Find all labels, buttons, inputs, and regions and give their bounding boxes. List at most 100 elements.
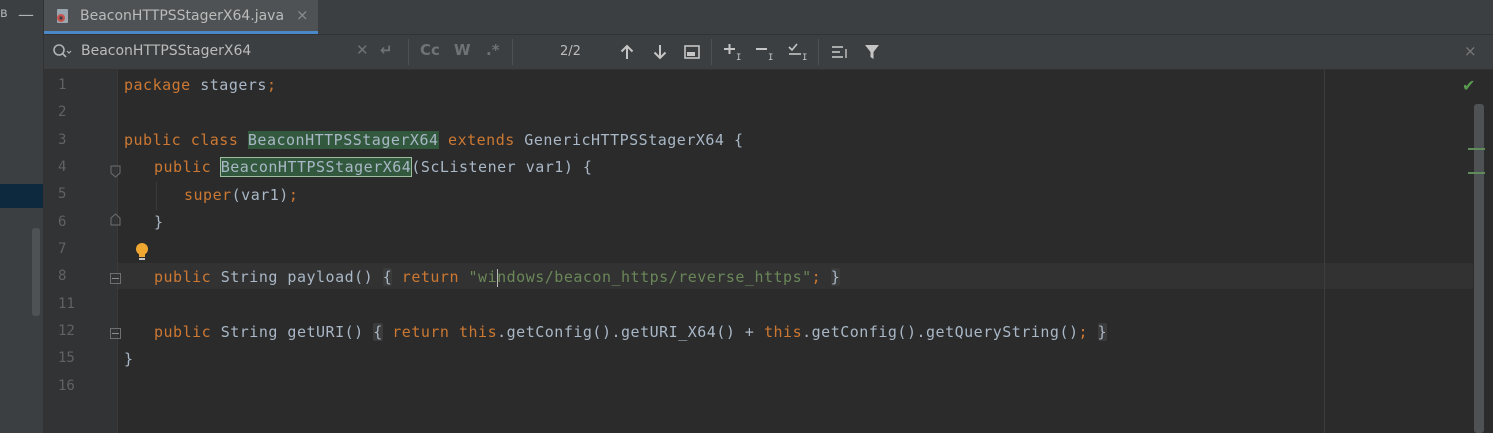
folded-brace: } (830, 268, 841, 286)
selected-tree-row[interactable] (0, 184, 44, 208)
close-find-bar-icon[interactable]: × (1464, 42, 1477, 60)
line-number: 15 (58, 350, 75, 366)
keyword: this (459, 323, 498, 341)
line-number: 16 (58, 378, 75, 394)
keyword: public (154, 268, 221, 286)
identifier: String getURI() (220, 323, 374, 341)
previous-occurrence-icon[interactable] (620, 44, 634, 60)
search-input[interactable]: BeaconHTTPSStagerX64 (81, 43, 251, 59)
find-separator (408, 39, 409, 65)
editor-tab-beacon[interactable]: BeaconHTTPSStagerX64.java × (44, 0, 318, 34)
tab-filename: BeaconHTTPSStagerX64.java (80, 8, 285, 24)
identifier: GenericHTTPSStagerX64 { (514, 131, 744, 149)
punctuation: ; (1078, 323, 1089, 341)
identifier: String payload() (220, 268, 383, 286)
code-line-6[interactable]: } (154, 213, 164, 233)
search-match-marker[interactable] (1468, 172, 1485, 174)
add-occurrence-icon[interactable]: I (723, 43, 747, 61)
filter-icon[interactable] (864, 44, 880, 60)
code-line-15[interactable]: } (124, 350, 134, 370)
keyword: public (154, 158, 221, 176)
fold-end-icon[interactable] (110, 213, 121, 226)
identifier: .getConfig().getQueryString() (802, 323, 1079, 341)
fold-start-icon[interactable] (110, 165, 121, 178)
panel-scrollbar[interactable] (32, 228, 40, 316)
folded-region-icon[interactable] (110, 273, 121, 284)
new-line-icon[interactable]: ↵ (380, 41, 393, 59)
line-number: 5 (58, 186, 67, 202)
regex-toggle[interactable]: .* (486, 41, 500, 59)
multiline-icon[interactable] (684, 45, 700, 59)
identifier: (var1) (231, 186, 289, 204)
words-toggle[interactable]: W (454, 41, 471, 59)
lightbulb-icon[interactable] (134, 242, 150, 262)
java-class-file-icon (57, 9, 68, 23)
identifier: .getConfig().getURI_X64() + (497, 323, 764, 341)
svg-text:I: I (802, 53, 807, 62)
remove-occurrence-icon[interactable]: I (755, 43, 779, 61)
folded-brace: { (382, 268, 393, 286)
find-separator (512, 39, 513, 65)
folded-region-icon[interactable] (110, 328, 121, 339)
code-line-5[interactable]: super(var1); (184, 186, 298, 206)
next-occurrence-icon[interactable] (653, 44, 667, 60)
folded-brace: } (1097, 323, 1108, 341)
keyword: super (184, 186, 232, 204)
brace: } (124, 350, 134, 368)
line-number: 11 (58, 296, 75, 312)
vertical-scrollbar-thumb[interactable] (1474, 104, 1484, 433)
project-panel-strip: в — (0, 0, 44, 433)
search-match-highlight: BeaconHTTPSStagerX64 (247, 131, 439, 149)
editor-tab-bar: BeaconHTTPSStagerX64.java × (44, 0, 1493, 35)
punctuation: ; (266, 76, 277, 94)
code-line-8[interactable]: public String payload() { return "window… (154, 268, 841, 288)
collapse-panel-icon[interactable]: — (18, 5, 34, 24)
line-number: 1 (58, 77, 67, 93)
line-number: 12 (58, 323, 75, 339)
punctuation: ; (288, 186, 299, 204)
code-line-4[interactable]: public BeaconHTTPSStagerX64(ScListener v… (154, 157, 593, 178)
find-separator (711, 39, 712, 65)
select-all-occurrences-icon[interactable]: I (787, 42, 811, 62)
svg-text:I: I (736, 53, 741, 61)
line-number: 6 (58, 214, 67, 230)
line-number: 4 (58, 159, 67, 175)
search-match-marker[interactable] (1468, 148, 1485, 150)
right-margin-guide (1324, 70, 1325, 433)
keyword: public class (124, 131, 248, 149)
keyword: return (382, 323, 459, 341)
match-case-toggle[interactable]: Cc (420, 41, 440, 59)
search-icon[interactable] (52, 43, 72, 61)
code-line-1[interactable]: package stagers; (124, 76, 277, 96)
find-separator (818, 39, 819, 65)
indent-guide (156, 182, 157, 210)
punctuation: ; (811, 268, 822, 286)
find-bar: BeaconHTTPSStagerX64 ✕ ↵ Cc W .* 2/2 I I… (44, 35, 1493, 70)
folded-brace: { (373, 323, 383, 341)
string-literal: "wi (468, 268, 498, 286)
line-number: 7 (58, 241, 67, 257)
code-line-12[interactable]: public String getURI() { return this.get… (154, 323, 1108, 343)
string-literal: ndows/beacon_https/reverse_https" (497, 268, 812, 286)
clear-search-icon[interactable]: ✕ (356, 41, 369, 59)
line-number: 2 (58, 104, 67, 120)
active-tab-indicator (44, 31, 318, 34)
show-filter-popup-icon[interactable] (831, 45, 849, 59)
line-number: 3 (58, 132, 67, 148)
keyword: public (154, 323, 221, 341)
current-search-match: BeaconHTTPSStagerX64 (219, 157, 413, 177)
match-counter: 2/2 (560, 44, 581, 59)
no-problems-check-icon[interactable]: ✔ (1462, 76, 1475, 95)
line-number-gutter[interactable]: 1 2 3 4 5 6 7 8 11 12 15 16 (44, 70, 121, 433)
keyword: package (124, 76, 191, 94)
code-line-3[interactable]: public class BeaconHTTPSStagerX64 extend… (124, 131, 744, 151)
brace: } (154, 213, 164, 231)
keyword: this (764, 323, 803, 341)
identifier: stagers (190, 76, 267, 94)
keyword: return (392, 268, 469, 286)
line-number: 8 (58, 268, 67, 284)
identifier: (ScListener var1) { (411, 158, 593, 176)
close-tab-icon[interactable]: × (296, 6, 309, 24)
keyword: extends (438, 131, 515, 149)
panel-settings-glyph[interactable]: в (0, 6, 8, 21)
